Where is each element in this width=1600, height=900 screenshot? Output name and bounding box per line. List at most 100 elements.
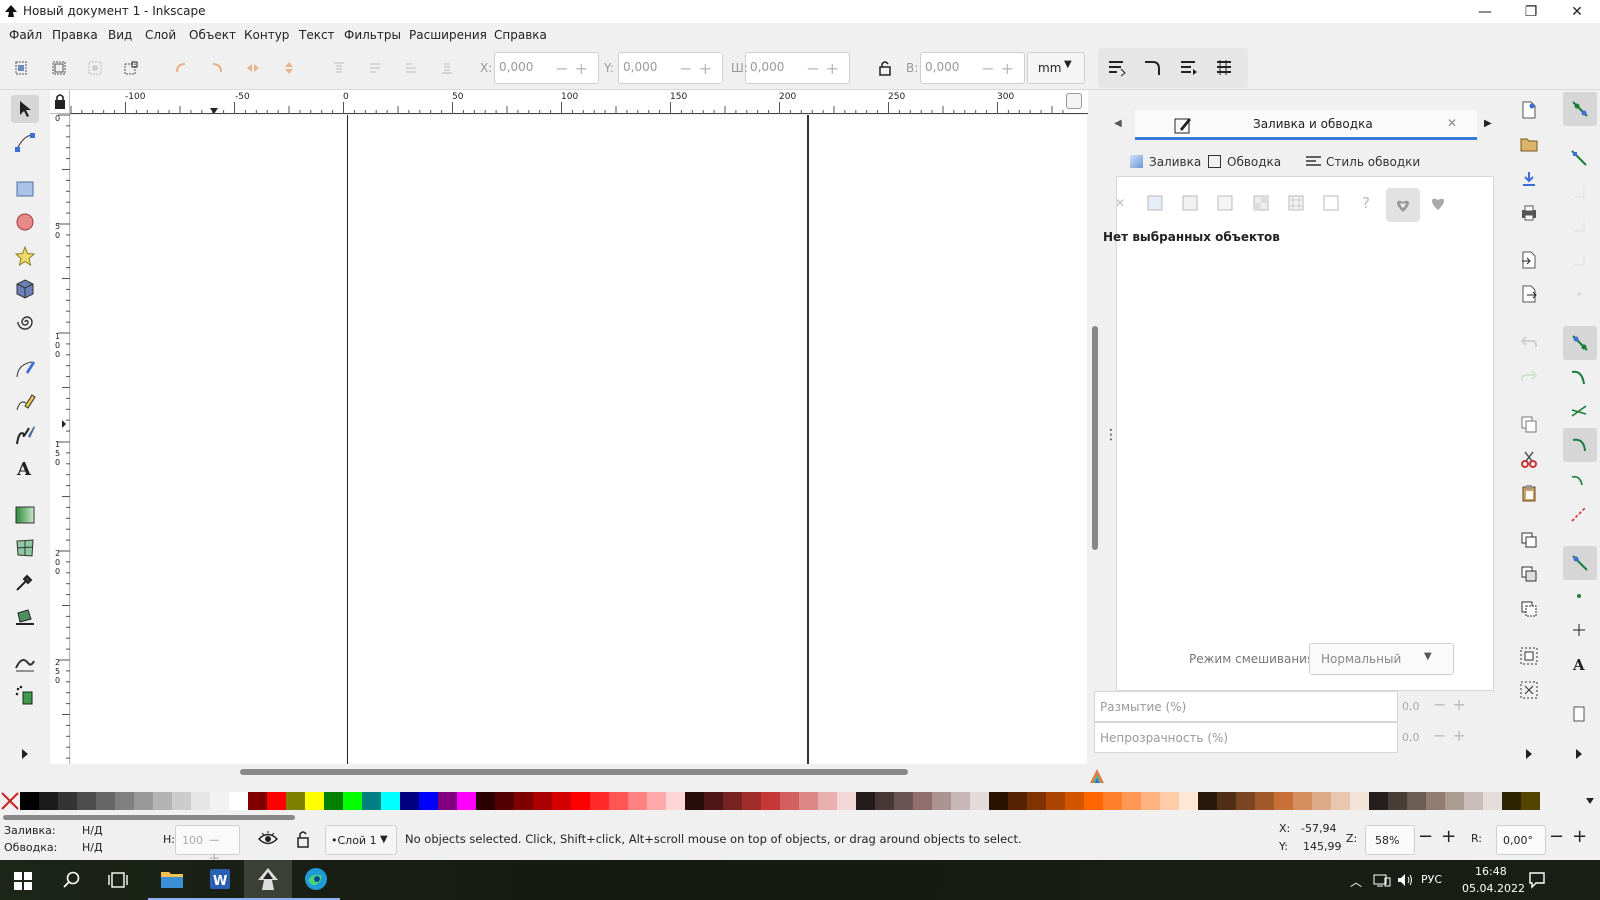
color-swatch[interactable] bbox=[476, 792, 495, 810]
save-icon[interactable] bbox=[1517, 167, 1541, 191]
color-swatch[interactable] bbox=[39, 792, 58, 810]
unlink-clone-icon[interactable] bbox=[1517, 597, 1541, 621]
menu-layer[interactable]: Слой bbox=[145, 28, 176, 42]
rectangle-tool-icon[interactable] bbox=[11, 175, 39, 203]
color-swatch[interactable] bbox=[666, 792, 685, 810]
node-tool-icon[interactable] bbox=[11, 128, 39, 156]
color-swatch[interactable] bbox=[438, 792, 457, 810]
fill-indicator-value[interactable]: Н/Д bbox=[82, 824, 103, 837]
flip-horizontal-icon[interactable] bbox=[242, 57, 264, 79]
taskbar-word[interactable]: W bbox=[196, 860, 244, 900]
move-patterns-icon[interactable] bbox=[1214, 57, 1236, 79]
color-swatch[interactable] bbox=[856, 792, 875, 810]
color-swatch[interactable] bbox=[1103, 792, 1122, 810]
height-input[interactable] bbox=[925, 60, 985, 74]
no-paint-icon[interactable]: ✕ bbox=[1105, 188, 1135, 218]
color-swatch[interactable] bbox=[115, 792, 134, 810]
y-input[interactable] bbox=[623, 60, 683, 74]
snap-cusp-nodes-icon[interactable] bbox=[1563, 428, 1597, 462]
color-swatch[interactable] bbox=[799, 792, 818, 810]
color-swatch[interactable] bbox=[894, 792, 913, 810]
color-swatch[interactable] bbox=[1122, 792, 1141, 810]
color-swatch[interactable] bbox=[191, 792, 210, 810]
unset-paint-icon[interactable]: ? bbox=[1351, 188, 1381, 218]
color-swatch[interactable] bbox=[96, 792, 115, 810]
vertical-scroll-thumb[interactable] bbox=[1092, 326, 1098, 550]
y-field[interactable]: Y: −+ bbox=[604, 52, 723, 84]
ungroup-icon[interactable] bbox=[1517, 678, 1541, 702]
taskbar-inkscape[interactable] bbox=[244, 860, 292, 900]
zoom-field[interactable]: 58% bbox=[1365, 825, 1415, 855]
color-swatch[interactable] bbox=[1065, 792, 1084, 810]
color-swatch[interactable] bbox=[989, 792, 1008, 810]
blur-value[interactable]: 0,0 bbox=[1402, 700, 1420, 713]
color-swatch[interactable] bbox=[1483, 792, 1502, 810]
menu-text[interactable]: Текст bbox=[299, 28, 335, 42]
select-same-icon[interactable] bbox=[84, 57, 106, 79]
x-field[interactable]: X: −+ bbox=[480, 52, 599, 84]
vertical-scrollbar[interactable] bbox=[1088, 114, 1104, 764]
color-swatch[interactable] bbox=[1274, 792, 1293, 810]
fill-rule-evenodd-icon[interactable] bbox=[1386, 188, 1420, 222]
tray-volume-icon[interactable] bbox=[1396, 872, 1414, 888]
color-swatch[interactable] bbox=[210, 792, 229, 810]
color-swatch[interactable] bbox=[514, 792, 533, 810]
menu-object[interactable]: Объект bbox=[189, 28, 236, 42]
menu-view[interactable]: Вид bbox=[108, 28, 132, 42]
paste-icon[interactable] bbox=[1517, 481, 1541, 505]
deselect-icon[interactable] bbox=[120, 57, 142, 79]
dock-scroll-left-icon[interactable]: ◀ bbox=[1114, 118, 1122, 129]
width-field[interactable]: Ш: −+ bbox=[731, 52, 850, 84]
paint-bucket-tool-icon[interactable] bbox=[11, 601, 39, 629]
scale-stroke-icon[interactable] bbox=[1106, 57, 1128, 79]
snap-bbox-icon[interactable] bbox=[1567, 146, 1591, 170]
copy-icon[interactable] bbox=[1517, 412, 1541, 436]
color-swatch[interactable] bbox=[837, 792, 856, 810]
lock-proportions-icon[interactable] bbox=[874, 57, 896, 79]
color-swatch[interactable] bbox=[932, 792, 951, 810]
color-swatch[interactable] bbox=[1027, 792, 1046, 810]
minimize-button[interactable]: — bbox=[1462, 0, 1508, 23]
color-swatch[interactable] bbox=[229, 792, 248, 810]
clone-icon[interactable] bbox=[1517, 562, 1541, 586]
snap-enable-icon[interactable] bbox=[1563, 92, 1597, 126]
menu-extensions[interactable]: Расширения bbox=[409, 28, 487, 42]
color-swatch[interactable] bbox=[1350, 792, 1369, 810]
snap-bbox-edges-icon[interactable] bbox=[1567, 180, 1591, 204]
tray-date[interactable]: 05.04.2022 bbox=[1462, 882, 1525, 895]
color-swatch[interactable] bbox=[1008, 792, 1027, 810]
dock-tab-fill-stroke[interactable]: Заливка и обводка ✕ bbox=[1135, 110, 1477, 140]
color-swatch[interactable] bbox=[1160, 792, 1179, 810]
color-swatch[interactable] bbox=[362, 792, 381, 810]
color-swatch[interactable] bbox=[286, 792, 305, 810]
maximize-button[interactable]: ❐ bbox=[1508, 0, 1554, 23]
color-swatch[interactable] bbox=[20, 792, 39, 810]
menu-path[interactable]: Контур bbox=[244, 28, 289, 42]
color-management-icon[interactable] bbox=[1089, 768, 1105, 784]
snap-rotation-center-icon[interactable] bbox=[1567, 618, 1591, 642]
group-icon[interactable] bbox=[1517, 644, 1541, 668]
toolbox-expand-icon[interactable] bbox=[11, 740, 39, 768]
color-swatch[interactable] bbox=[381, 792, 400, 810]
color-swatch[interactable] bbox=[951, 792, 970, 810]
color-swatch[interactable] bbox=[153, 792, 172, 810]
color-swatch[interactable] bbox=[913, 792, 932, 810]
dock-handle-icon[interactable]: ⋮ bbox=[1104, 428, 1118, 447]
no-color-swatch[interactable] bbox=[0, 790, 20, 812]
color-swatch[interactable] bbox=[533, 792, 552, 810]
opacity-stepper[interactable]: −+ bbox=[1433, 726, 1472, 745]
fill-rule-nonzero-icon[interactable] bbox=[1423, 188, 1453, 218]
snap-paths-icon[interactable] bbox=[1567, 365, 1591, 389]
color-swatch[interactable] bbox=[457, 792, 476, 810]
3d-box-tool-icon[interactable] bbox=[11, 275, 39, 303]
menu-help[interactable]: Справка bbox=[494, 28, 547, 42]
mesh-tool-icon[interactable] bbox=[11, 534, 39, 562]
color-swatch[interactable] bbox=[685, 792, 704, 810]
color-swatch[interactable] bbox=[1445, 792, 1464, 810]
snap-others-icon[interactable] bbox=[1563, 546, 1597, 580]
color-swatch[interactable] bbox=[343, 792, 362, 810]
color-swatch[interactable] bbox=[1293, 792, 1312, 810]
horizontal-scrollbar[interactable] bbox=[70, 764, 1088, 780]
opacity-value[interactable]: 0,0 bbox=[1402, 731, 1420, 744]
rotate-cw-icon[interactable] bbox=[206, 57, 228, 79]
